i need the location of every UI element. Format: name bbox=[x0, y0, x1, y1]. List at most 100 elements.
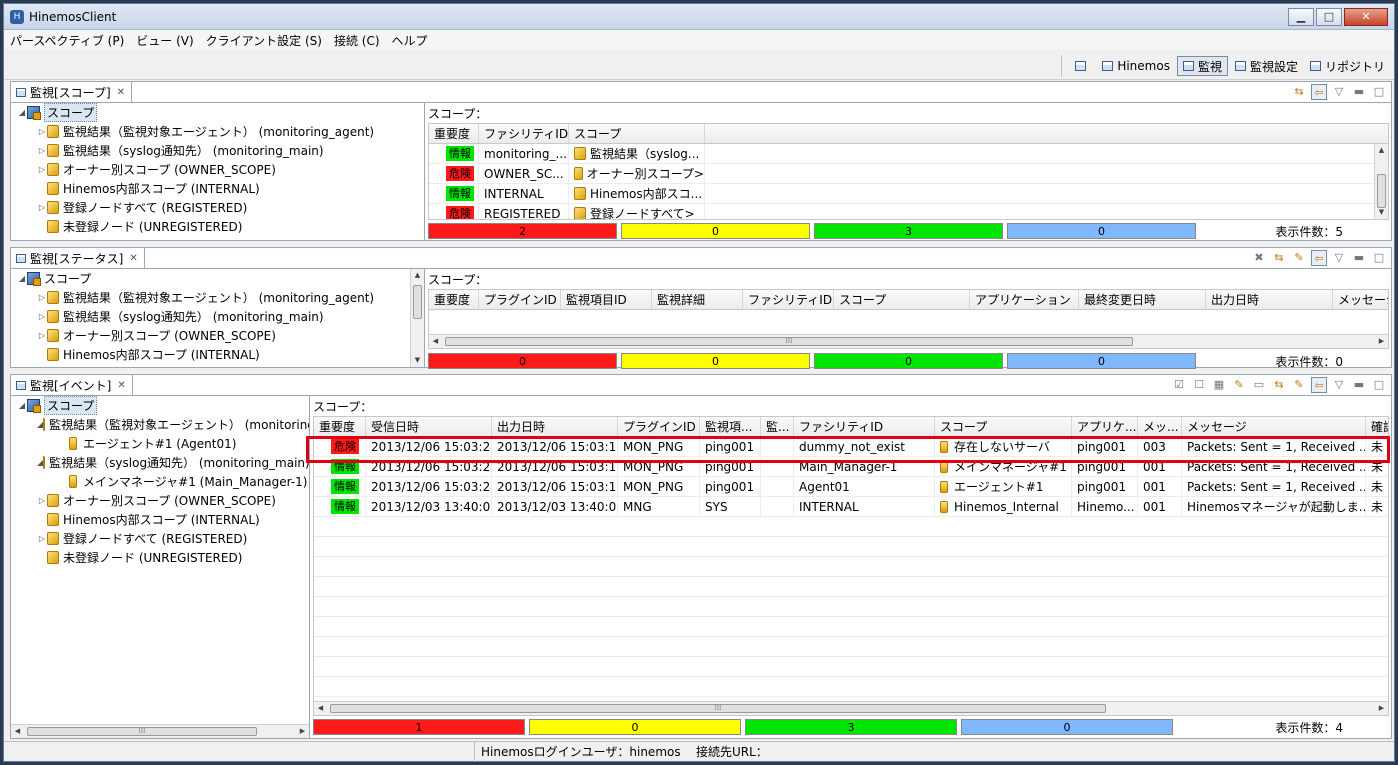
tree-item-owner-scope[interactable]: ▷ オーナー別スコープ (OWNER_SCOPE) bbox=[11, 326, 424, 345]
event-tree-hscrollbar[interactable]: ◀ ⁞⁞⁞ ▶ bbox=[11, 724, 309, 738]
menu-view[interactable]: ビュー (V) bbox=[136, 32, 193, 49]
tree-item-root[interactable]: ◢ スコープ bbox=[11, 269, 424, 288]
tree-item-internal[interactable]: Hinemos内部スコープ (INTERNAL) bbox=[11, 510, 309, 529]
column-header[interactable]: ファシリティID bbox=[479, 124, 569, 143]
menu-connection[interactable]: 接続 (C) bbox=[334, 32, 380, 49]
filter-icon[interactable]: ✎ bbox=[1291, 250, 1307, 266]
expand-icon[interactable]: ▷ bbox=[37, 496, 47, 505]
tree-item-monitoring-agent[interactable]: ▷ 監視結果（監視対象エージェント） (monitoring_agent) bbox=[11, 288, 424, 307]
open-perspective-button[interactable] bbox=[1070, 56, 1095, 76]
tree-item-unregistered[interactable]: 未登録ノード (UNREGISTERED) bbox=[11, 548, 309, 567]
column-header[interactable]: 重要度 bbox=[314, 417, 366, 436]
filter-icon[interactable]: ✎ bbox=[1291, 377, 1307, 393]
tree-item-internal[interactable]: Hinemos内部スコープ (INTERNAL) bbox=[11, 345, 424, 364]
table-row[interactable]: 情報 2013/12/06 15:03:24 2013/12/06 15:03:… bbox=[314, 477, 1388, 497]
status-table-hscrollbar[interactable]: ◀ ⁞⁞⁞ ▶ bbox=[429, 334, 1388, 348]
view-menu-icon[interactable]: ▽ bbox=[1331, 377, 1347, 393]
expand-icon[interactable]: ▷ bbox=[37, 165, 47, 174]
column-header[interactable]: 重要度 bbox=[429, 124, 479, 143]
event-table-hscrollbar[interactable]: ◀ ⁞⁞⁞ ▶ bbox=[314, 701, 1388, 715]
tree-item-owner-scope[interactable]: ▷ オーナー別スコープ (OWNER_SCOPE) bbox=[11, 160, 424, 179]
expand-icon[interactable]: ▷ bbox=[37, 127, 47, 136]
expand-icon[interactable]: ▷ bbox=[37, 293, 47, 302]
batch-confirm-icon[interactable]: ▦ bbox=[1211, 377, 1227, 393]
column-header[interactable]: 受信日時 bbox=[366, 417, 492, 436]
collapse-icon[interactable]: ◢ bbox=[17, 274, 27, 283]
column-header[interactable]: メッセージ bbox=[1333, 290, 1388, 309]
expand-icon[interactable]: ▷ bbox=[37, 203, 47, 212]
refresh-icon[interactable]: ⇆ bbox=[1291, 84, 1307, 100]
table-row[interactable]: 情報 monitoring_... 監視結果（syslog... bbox=[429, 144, 1388, 164]
collapse-icon[interactable]: ◢ bbox=[17, 401, 27, 410]
close-tab-icon[interactable]: ✕ bbox=[117, 87, 125, 98]
minimize-icon[interactable]: ▬ bbox=[1351, 377, 1367, 393]
tab-event-view[interactable]: 監視[イベント] ✕ bbox=[11, 375, 133, 395]
tree-item-root[interactable]: ◢ スコープ bbox=[11, 103, 424, 122]
tree-item-monitoring-agent[interactable]: ▷ 監視結果（監視対象エージェント） (monitoring_agent) bbox=[11, 122, 424, 141]
column-header[interactable]: 重要度 bbox=[429, 290, 479, 309]
collapse-icon[interactable]: ◢ bbox=[17, 108, 27, 117]
table-row[interactable]: 情報 2013/12/06 15:03:24 2013/12/06 15:03:… bbox=[314, 457, 1388, 477]
menu-client-settings[interactable]: クライアント設定 (S) bbox=[206, 32, 322, 49]
column-header[interactable]: 最終変更日時 bbox=[1079, 290, 1206, 309]
column-header[interactable]: スコープ bbox=[935, 417, 1072, 436]
status-tree-scrollbar[interactable]: ▲ ▼ bbox=[410, 269, 424, 367]
tree-item-monitoring-main[interactable]: ◢ 監視結果（syslog通知先） (monitoring_main) bbox=[11, 453, 309, 472]
maximize-icon[interactable]: □ bbox=[1371, 84, 1387, 100]
column-header[interactable]: 出力日時 bbox=[492, 417, 618, 436]
refresh-icon[interactable]: ⇆ bbox=[1271, 250, 1287, 266]
table-row[interactable]: 危険 OWNER_SC... オーナー別スコープ> bbox=[429, 164, 1388, 184]
minimize-icon[interactable]: ▬ bbox=[1351, 250, 1367, 266]
column-header[interactable]: 確認 bbox=[1366, 417, 1388, 436]
close-tab-icon[interactable]: ✕ bbox=[129, 253, 137, 264]
column-header[interactable]: 出力日時 bbox=[1206, 290, 1333, 309]
tab-status-view[interactable]: 監視[ステータス] ✕ bbox=[11, 248, 145, 268]
view-menu-icon[interactable]: ▽ bbox=[1331, 250, 1347, 266]
view-menu-icon[interactable]: ▽ bbox=[1331, 84, 1347, 100]
minimize-icon[interactable]: ▬ bbox=[1351, 84, 1367, 100]
refresh-icon[interactable]: ⇆ bbox=[1271, 377, 1287, 393]
tree-item-unregistered[interactable]: 未登録ノード (UNREGISTERED) bbox=[11, 217, 424, 236]
scope-table-scrollbar[interactable]: ▲ ▼ bbox=[1374, 144, 1388, 219]
tree-item-monitoring-main[interactable]: ▷ 監視結果（syslog通知先） (monitoring_main) bbox=[11, 307, 424, 326]
column-header[interactable]: プラグインID bbox=[479, 290, 561, 309]
back-icon[interactable]: ⇦ bbox=[1311, 377, 1327, 393]
maximize-icon[interactable]: □ bbox=[1371, 250, 1387, 266]
column-header[interactable]: アプリケ... bbox=[1072, 417, 1138, 436]
table-row[interactable]: 情報 INTERNAL Hinemos内部スコ... bbox=[429, 184, 1388, 204]
column-header[interactable]: 監視項... bbox=[700, 417, 761, 436]
expand-icon[interactable]: ▷ bbox=[37, 312, 47, 321]
tree-item-registered[interactable]: ▷ 登録ノードすべて (REGISTERED) bbox=[11, 529, 309, 548]
perspective-hinemos[interactable]: Hinemos bbox=[1097, 56, 1175, 76]
maximize-icon[interactable]: □ bbox=[1371, 377, 1387, 393]
expand-icon[interactable]: ▷ bbox=[37, 331, 47, 340]
table-row[interactable]: 危険 REGISTERED 登録ノードすべて> bbox=[429, 204, 1388, 219]
column-header[interactable]: 監視項目ID bbox=[561, 290, 652, 309]
comment-icon[interactable]: ✎ bbox=[1231, 377, 1247, 393]
close-tab-icon[interactable]: ✕ bbox=[117, 380, 125, 391]
tree-item-owner-scope[interactable]: ▷ オーナー別スコープ (OWNER_SCOPE) bbox=[11, 491, 309, 510]
expand-icon[interactable]: ▷ bbox=[37, 534, 47, 543]
expand-icon[interactable]: ▷ bbox=[37, 146, 47, 155]
close-window-button[interactable]: ✕ bbox=[1344, 8, 1388, 26]
maximize-window-button[interactable]: □ bbox=[1316, 8, 1342, 26]
column-header[interactable]: メッセージ bbox=[1182, 417, 1366, 436]
tree-item-main-manager[interactable]: メインマネージャ#1 (Main_Manager-1) bbox=[11, 472, 309, 491]
table-row[interactable]: 危険 2013/12/06 15:03:24 2013/12/06 15:03:… bbox=[314, 437, 1388, 457]
column-header[interactable]: プラグインID bbox=[618, 417, 700, 436]
menu-help[interactable]: ヘルプ bbox=[392, 32, 428, 49]
back-icon[interactable]: ⇦ bbox=[1311, 84, 1327, 100]
column-header[interactable]: 監... bbox=[761, 417, 794, 436]
perspective-monitor-settings[interactable]: 監視設定 bbox=[1230, 56, 1303, 76]
display-settings-icon[interactable]: ▭ bbox=[1251, 377, 1267, 393]
table-row[interactable]: 情報 2013/12/03 13:40:05 2013/12/03 13:40:… bbox=[314, 497, 1388, 517]
back-icon[interactable]: ⇦ bbox=[1311, 250, 1327, 266]
column-header[interactable]: ファシリティID bbox=[794, 417, 935, 436]
column-header[interactable]: ファシリティID bbox=[743, 290, 834, 309]
tree-item-internal[interactable]: Hinemos内部スコープ (INTERNAL) bbox=[11, 179, 424, 198]
column-header[interactable]: スコープ bbox=[569, 124, 705, 143]
tab-scope-view[interactable]: 監視[スコープ] ✕ bbox=[11, 82, 133, 102]
column-header[interactable]: メッ... bbox=[1138, 417, 1182, 436]
column-header[interactable]: アプリケーション bbox=[970, 290, 1079, 309]
tree-item-root[interactable]: ◢ スコープ bbox=[11, 396, 309, 415]
